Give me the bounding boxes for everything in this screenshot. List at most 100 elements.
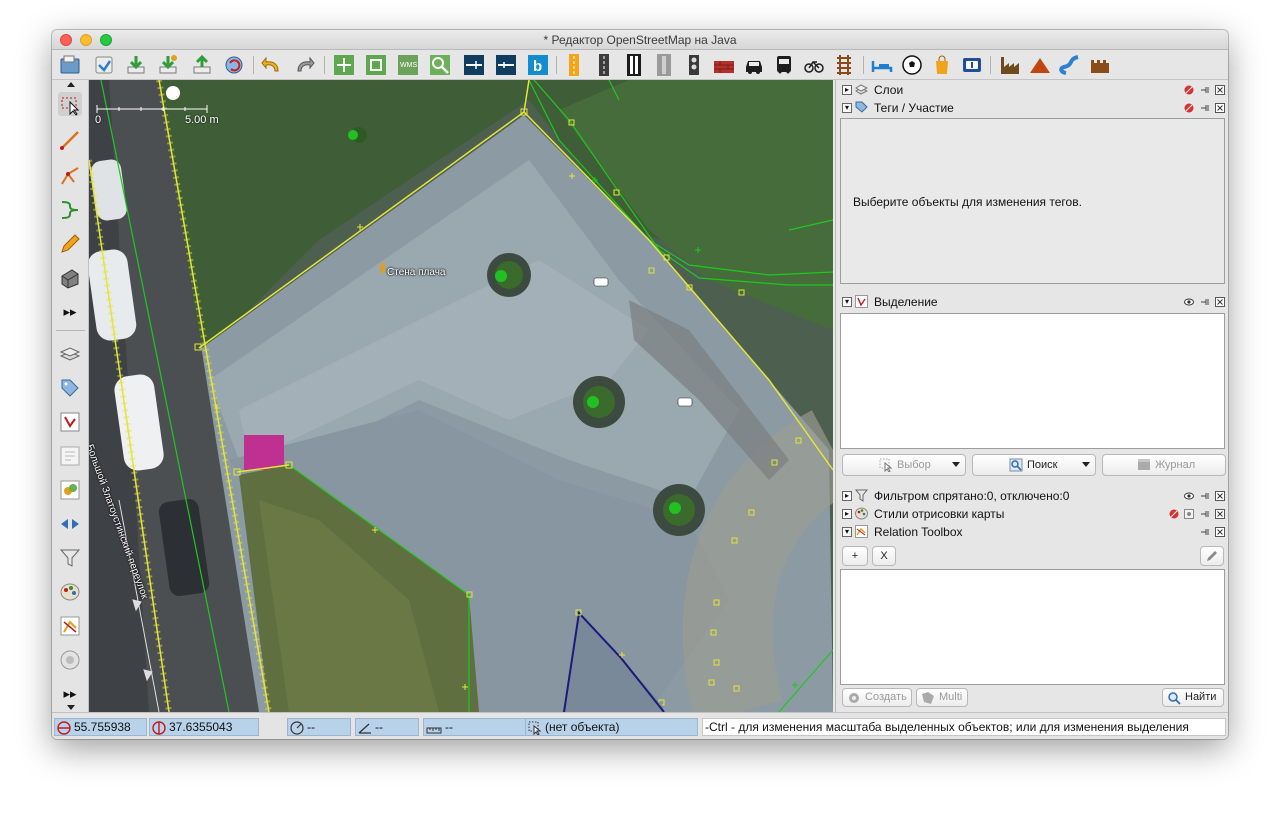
close-icon[interactable]: [1215, 297, 1225, 307]
close-icon[interactable]: [1215, 491, 1225, 501]
pin-icon[interactable]: [1200, 509, 1210, 519]
download-data-icon[interactable]: [156, 53, 180, 77]
relation-toolbox-header[interactable]: ▾ Relation Toolbox: [840, 524, 1225, 540]
open-file-icon[interactable]: [58, 53, 82, 77]
waterway-icon[interactable]: [1058, 53, 1082, 77]
expand-icon[interactable]: ▸: [842, 509, 852, 519]
add-member-button[interactable]: +: [842, 546, 868, 566]
highway-preset-icon[interactable]: [562, 53, 586, 77]
filter-panel-header[interactable]: ▸ Фильтром спрятано:0, отключено:0: [840, 488, 1225, 504]
hotel-icon[interactable]: [870, 53, 894, 77]
shop-icon[interactable]: [930, 53, 954, 77]
collapse-icon[interactable]: ▾: [842, 527, 852, 537]
close-icon[interactable]: [1215, 527, 1225, 537]
select-tool-icon[interactable]: [58, 92, 82, 116]
disable-icon[interactable]: [1169, 509, 1179, 519]
pin-icon[interactable]: [1200, 491, 1210, 501]
scroll-down-arrow-icon[interactable]: [67, 705, 75, 710]
history-toggle-icon[interactable]: [58, 444, 82, 468]
select-button[interactable]: Выбор: [842, 454, 966, 476]
barrier-icon[interactable]: [712, 53, 736, 77]
industrial-icon[interactable]: [998, 53, 1022, 77]
pencil-icon[interactable]: [58, 232, 82, 256]
disable-icon[interactable]: [1184, 85, 1194, 95]
path-preset-icon[interactable]: [494, 53, 518, 77]
split-way-icon[interactable]: [58, 164, 82, 188]
selection-panel-header[interactable]: ▾ Выделение: [840, 294, 1225, 310]
eye-icon[interactable]: [1184, 297, 1195, 307]
longitude-field[interactable]: 37.6355043: [149, 718, 259, 736]
conflicts-toggle-icon[interactable]: [58, 478, 82, 502]
collapse-icon[interactable]: ▾: [842, 297, 852, 307]
building-tool-icon[interactable]: [58, 266, 82, 290]
castle-icon[interactable]: [1088, 53, 1112, 77]
pin-icon[interactable]: [1200, 527, 1210, 537]
undo-icon[interactable]: [260, 53, 284, 77]
multipolygon-button[interactable]: Multi: [916, 688, 968, 707]
scroll-up-arrow-icon[interactable]: [67, 82, 75, 87]
redo-icon[interactable]: [292, 53, 316, 77]
layers-toggle-icon[interactable]: [58, 342, 82, 366]
bus-icon[interactable]: [772, 53, 796, 77]
zoom-to-data-icon[interactable]: [332, 53, 356, 77]
selection-list[interactable]: [840, 313, 1225, 449]
close-icon[interactable]: [1215, 509, 1225, 519]
close-icon[interactable]: [1215, 103, 1225, 113]
create-relation-button[interactable]: Создать: [842, 688, 912, 707]
improve-way-icon[interactable]: [58, 198, 82, 222]
settings-icon[interactable]: [1184, 509, 1195, 519]
expand-icon[interactable]: ▸: [842, 491, 852, 501]
more-tools-icon[interactable]: ▸▸: [58, 300, 82, 324]
download-icon[interactable]: [124, 53, 148, 77]
clear-button[interactable]: X: [872, 546, 896, 566]
selection-toggle-icon[interactable]: [58, 410, 82, 434]
save-icon[interactable]: [92, 53, 116, 77]
validation-toggle-icon[interactable]: [58, 512, 82, 536]
search-dropdown-icon[interactable]: [1082, 462, 1090, 467]
pin-icon[interactable]: [1200, 103, 1210, 113]
collapse-icon[interactable]: ▾: [842, 103, 852, 113]
latitude-field[interactable]: 55.755938: [54, 718, 147, 736]
search-button[interactable]: Поиск: [972, 454, 1096, 476]
zoom-to-selection-icon[interactable]: [364, 53, 388, 77]
map-canvas[interactable]: [89, 80, 833, 712]
select-dropdown-icon[interactable]: [952, 462, 960, 467]
more-toggles-icon[interactable]: ▸▸: [58, 682, 82, 706]
traffic-light-icon[interactable]: [682, 53, 706, 77]
rail-preset-icon[interactable]: [622, 53, 646, 77]
search-zoom-icon[interactable]: [428, 53, 452, 77]
draw-line-icon[interactable]: [58, 128, 82, 152]
upload-icon[interactable]: [190, 53, 214, 77]
find-button[interactable]: Найти: [1162, 688, 1224, 707]
close-icon[interactable]: [1215, 85, 1225, 95]
layers-panel-header[interactable]: ▸ Слои: [840, 82, 1225, 98]
platform-preset-icon[interactable]: [652, 53, 676, 77]
pin-icon[interactable]: [1200, 85, 1210, 95]
railway-icon[interactable]: [832, 53, 856, 77]
road-preset-icon[interactable]: [462, 53, 486, 77]
disable-icon[interactable]: [1184, 103, 1194, 113]
information-icon[interactable]: [960, 53, 984, 77]
relation-toolbox-toggle-icon[interactable]: [58, 614, 82, 638]
relation-members-list[interactable]: [840, 569, 1225, 685]
tags-toggle-icon[interactable]: [58, 376, 82, 400]
map-style-toggle-icon[interactable]: [58, 580, 82, 604]
map-view[interactable]: 0 5.00 m Стена плача Большой Златоустинс…: [89, 80, 833, 712]
sports-icon[interactable]: [900, 53, 924, 77]
update-icon[interactable]: [222, 53, 246, 77]
peak-icon[interactable]: [1028, 53, 1052, 77]
poi-label[interactable]: Стена плача: [387, 267, 445, 278]
eye-icon[interactable]: [1184, 491, 1195, 501]
pin-icon[interactable]: [1200, 297, 1210, 307]
wms-imagery-icon[interactable]: WMS: [396, 53, 420, 77]
filter-toggle-icon[interactable]: [58, 546, 82, 570]
bicycle-icon[interactable]: [802, 53, 826, 77]
track-preset-icon[interactable]: [592, 53, 616, 77]
bing-imagery-icon[interactable]: b: [526, 53, 550, 77]
changeset-toggle-icon[interactable]: [58, 648, 82, 672]
styles-panel-header[interactable]: ▸ Стили отрисовки карты: [840, 506, 1225, 522]
car-icon[interactable]: [742, 53, 766, 77]
tags-panel-header[interactable]: ▾ Теги / Участие: [840, 100, 1225, 116]
history-button[interactable]: Журнал: [1102, 454, 1226, 476]
edit-relation-button[interactable]: [1200, 546, 1224, 566]
